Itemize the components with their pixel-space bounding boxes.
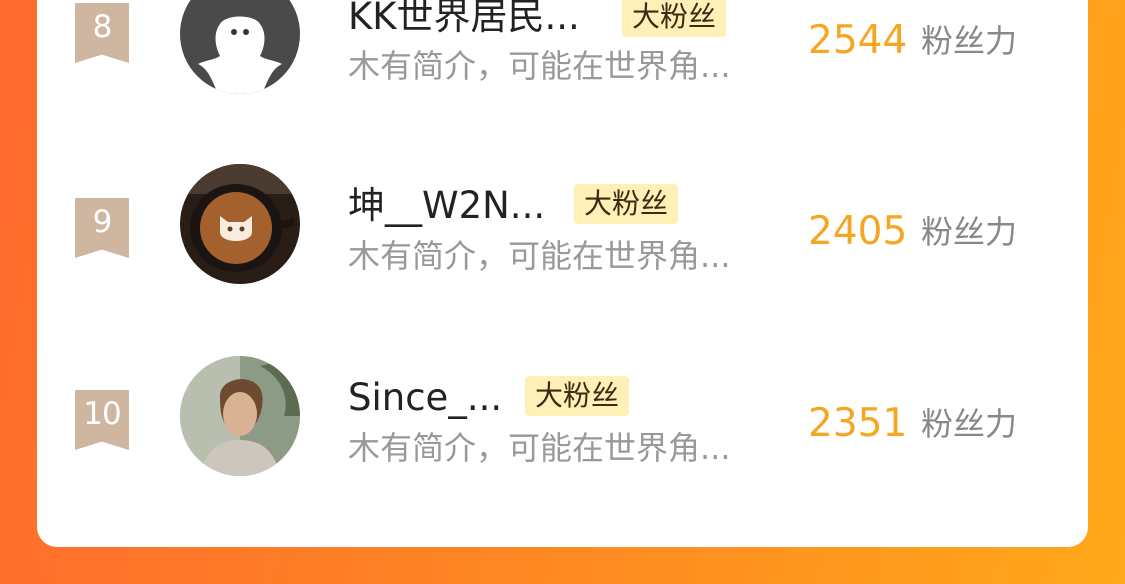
user-bio: 木有简介，可能在世界角...	[348, 237, 731, 275]
fan-ranking-card: 8 KK世界居民... 大粉丝 木有简介，可能在世界角... 2544 粉丝力 …	[37, 0, 1088, 547]
fan-level-badge: 大粉丝	[574, 184, 679, 224]
rank-badge: 9	[75, 198, 129, 258]
user-bio: 木有简介，可能在世界角...	[348, 429, 731, 467]
rank-badge: 8	[75, 3, 129, 63]
ghost-avatar-icon[interactable]	[180, 0, 300, 94]
rank-number: 8	[92, 9, 113, 45]
fan-level-badge: 大粉丝	[525, 376, 630, 416]
user-name[interactable]: Since_...	[348, 376, 502, 420]
user-name[interactable]: KK世界居民...	[348, 0, 580, 39]
rank-number: 10	[83, 396, 121, 432]
rank-badge: 10	[75, 390, 129, 450]
ranking-row[interactable]: 8 KK世界居民... 大粉丝 木有简介，可能在世界角... 2544 粉丝力	[37, 0, 1088, 110]
person-photo-icon[interactable]	[180, 356, 300, 476]
fan-power-label: 粉丝力	[921, 405, 1018, 443]
fan-power-score: 2544	[808, 18, 908, 63]
ranking-row[interactable]: 10 Since_... 大粉丝 木有简介，可能在世界角... 2351 粉丝力	[37, 342, 1088, 492]
ranking-row[interactable]: 9 坤__W2N... 大粉丝 木有简介，可能在世界角... 2405 粉丝力	[37, 150, 1088, 300]
fan-level-badge: 大粉丝	[622, 0, 727, 37]
fan-power-score: 2405	[808, 209, 908, 254]
user-bio: 木有简介，可能在世界角...	[348, 47, 731, 85]
latte-art-cat-icon[interactable]	[180, 164, 300, 284]
user-name[interactable]: 坤__W2N...	[348, 184, 545, 228]
fan-power-label: 粉丝力	[921, 22, 1018, 60]
fan-power-label: 粉丝力	[921, 213, 1018, 251]
fan-power-score: 2351	[808, 401, 908, 446]
rank-number: 9	[92, 204, 113, 240]
